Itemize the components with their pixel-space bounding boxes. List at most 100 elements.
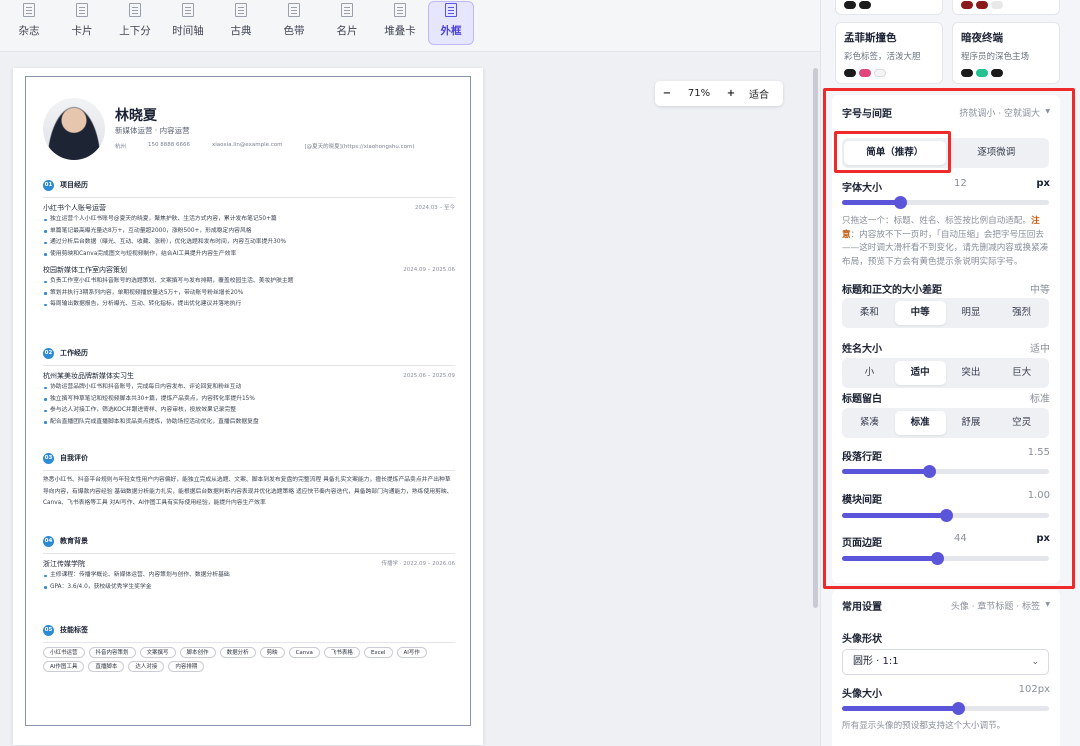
template-label: 上下分 — [119, 25, 151, 37]
section-title[interactable]: 项目经历 — [60, 180, 88, 190]
tab-fine-tune[interactable]: 逐项微调 — [946, 141, 1048, 165]
option-3[interactable]: 巨大 — [996, 361, 1047, 385]
option-0[interactable]: 柔和 — [844, 301, 895, 325]
skill-tag[interactable]: Canva — [288, 647, 320, 658]
zoom-fit-button[interactable]: 适合 — [749, 86, 769, 101]
skill-tag[interactable]: 内容排期 — [168, 661, 205, 672]
template-5[interactable]: 色带 — [269, 0, 319, 44]
bullet-point[interactable]: 策划并执行3期系列内容，单期视频播放量达5万+，带动账号粉丝增长20% — [43, 288, 455, 300]
bullet-point[interactable]: 使用剪映和Canva完成图文与短视频制作，结合AI工具提升内容生产效率 — [43, 249, 455, 261]
font-size-slider[interactable] — [842, 195, 1049, 209]
bullet-point[interactable]: 配合直播团队完成直播脚本和货品卖点提炼，协助场控活动优化，直播后数据复盘 — [43, 417, 455, 429]
resume-name[interactable]: 林晓夏 — [115, 105, 157, 125]
item-title[interactable]: 校园新媒体工作室内容策划 — [43, 264, 455, 276]
canvas-scrollbar[interactable] — [813, 68, 818, 608]
template-1[interactable]: 卡片 — [57, 0, 107, 44]
avatar-size-slider[interactable] — [842, 701, 1049, 715]
template-2[interactable]: 上下分 — [110, 0, 160, 44]
common-title[interactable]: 常用设置 — [842, 598, 882, 613]
slider-knob[interactable] — [922, 465, 936, 478]
theme-card-dark-terminal[interactable]: 暗夜终端 程序员的深色主场 — [952, 22, 1060, 84]
item-date[interactable]: 2024.03 – 至今 — [415, 202, 455, 214]
option-0[interactable]: 小 — [844, 361, 895, 385]
skill-tag[interactable]: AI写作 — [396, 647, 427, 658]
skill-tag[interactable]: 飞书表格 — [323, 647, 360, 658]
bullet-point[interactable]: 单篇笔记最高曝光量达8万+，互动量超2000，涨粉500+，形成稳定内容风格 — [43, 226, 455, 238]
contact-email[interactable]: xiaoxia.lin@example.com — [212, 142, 282, 150]
chevron-down-icon[interactable]: ▼ — [1045, 108, 1050, 115]
skill-tag[interactable]: 抖音内容策划 — [88, 647, 136, 658]
contact-city[interactable]: 杭州 — [115, 142, 126, 150]
theme-card-top-2[interactable] — [952, 0, 1060, 15]
contact-link[interactable]: [@夏天的晓夏](https://xiaohongshu.com) — [304, 142, 414, 150]
page-margin-slider[interactable] — [842, 551, 1049, 565]
option-3[interactable]: 强烈 — [996, 301, 1047, 325]
option-2[interactable]: 突出 — [946, 361, 997, 385]
line-height-slider[interactable] — [842, 464, 1049, 478]
item-date[interactable]: 传播学 · 2022.09 – 2026.06 — [382, 558, 455, 570]
avatar-size-value: 102px — [1018, 684, 1050, 695]
bullet-point[interactable]: 独立运营个人小红书账号@夏天的晓夏，聚焦护肤、生活方式内容，累计发布笔记50+篇 — [43, 214, 455, 226]
experience-item: 浙江传媒学院 传播学 · 2022.09 – 2026.06 主修课程：传播学概论、… — [43, 558, 455, 593]
template-0[interactable]: 杂志 — [4, 0, 54, 44]
template-6[interactable]: 名片 — [322, 0, 372, 44]
bullet-point[interactable]: GPA：3.6/4.0，获校级优秀学生奖学金 — [43, 582, 455, 594]
option-1[interactable]: 标准 — [894, 411, 946, 435]
bullet-point[interactable]: 独立撰写种草笔记和短视频脚本共30+篇，提炼产品卖点，内容转化率提升15% — [43, 394, 455, 406]
option-1[interactable]: 中等 — [894, 301, 946, 325]
section-title[interactable]: 工作经历 — [60, 348, 88, 358]
template-7[interactable]: 堆叠卡 — [375, 0, 425, 44]
slider-knob[interactable] — [939, 509, 953, 522]
option-2[interactable]: 明显 — [946, 301, 997, 325]
section-title[interactable]: 技能标签 — [60, 625, 88, 635]
zoom-value: 71% — [687, 88, 711, 99]
option-2[interactable]: 舒展 — [946, 411, 997, 435]
item-title[interactable]: 小红书个人账号运营 — [43, 202, 455, 214]
block-gap-slider[interactable] — [842, 508, 1049, 522]
skill-tag[interactable]: 文案撰写 — [139, 647, 176, 658]
template-8[interactable]: 外框 — [428, 1, 474, 45]
typography-title[interactable]: 字号与间距 — [842, 105, 892, 120]
skill-tag[interactable]: 达人对接 — [128, 661, 165, 672]
option-0[interactable]: 紧凑 — [844, 411, 895, 435]
skill-tag[interactable]: 小红书运营 — [43, 647, 85, 658]
skill-tag[interactable]: 直播脚本 — [88, 661, 125, 672]
bullet-point[interactable]: 负责工作室小红书和抖音账号的选题策划、文案撰写与发布排期，覆盖校园生活、美妆护肤… — [43, 276, 455, 288]
theme-card-memphis[interactable]: 孟菲斯撞色 彩色标签，活泼大胆 — [835, 22, 943, 84]
avatar-shape-select[interactable]: 圆形 · 1:1 ⌄ — [842, 649, 1049, 675]
skill-tag[interactable]: 剪映 — [259, 647, 285, 658]
tab-simple[interactable]: 简单（推荐） — [844, 141, 946, 165]
zoom-out-button[interactable]: − — [655, 88, 679, 99]
slider-knob[interactable] — [951, 702, 965, 715]
self-evaluation-text[interactable]: 熟悉小红书、抖音平台规则与年轻女性用户内容偏好，能独立完成从选题、文案、脚本到发… — [43, 475, 455, 510]
section-title[interactable]: 自我评价 — [60, 453, 88, 463]
slider-knob[interactable] — [893, 196, 907, 209]
template-icon — [235, 3, 247, 17]
theme-desc: 彩色标签，活泼大胆 — [844, 52, 921, 62]
contact-phone[interactable]: 150 8888 6666 — [148, 142, 190, 150]
bullet-point[interactable]: 协助运营品牌小红书和抖音账号，完成每日内容发布、评论回复和粉丝互动 — [43, 382, 455, 394]
bullet-point[interactable]: 每周输出数据报告，分析曝光、互动、转化指标，提出优化建议并落地执行 — [43, 299, 455, 311]
zoom-in-button[interactable]: + — [719, 88, 743, 99]
bullet-point[interactable]: 参与达人对接工作，筛选KOC并跟进寄样、内容审核，投放效果记录完整 — [43, 405, 455, 417]
template-4[interactable]: 古典 — [216, 0, 266, 44]
skill-tag[interactable]: 数据分析 — [219, 647, 256, 658]
option-1[interactable]: 适中 — [894, 361, 946, 385]
option-3[interactable]: 空灵 — [996, 411, 1047, 435]
avatar[interactable] — [43, 98, 105, 160]
skill-tag[interactable]: Excel — [363, 647, 393, 658]
bullet-point[interactable]: 主修课程：传播学概论、新媒体运营、内容策划与创作、数据分析基础 — [43, 570, 455, 582]
item-date[interactable]: 2025.06 – 2025.09 — [403, 370, 455, 382]
chevron-down-icon[interactable]: ▼ — [1045, 601, 1050, 608]
slider-knob[interactable] — [931, 552, 945, 565]
section-title[interactable]: 教育背景 — [60, 536, 88, 546]
skill-tag[interactable]: 脚本创作 — [179, 647, 216, 658]
bullet-point[interactable]: 通过分析后台数据（曝光、互动、收藏、涨粉），优化选题和发布时间，内容互动率提升3… — [43, 237, 455, 249]
item-title[interactable]: 杭州某美妆品牌新媒体实习生 — [43, 370, 455, 382]
resume-role[interactable]: 新媒体运营 · 内容运营 — [115, 125, 190, 136]
item-date[interactable]: 2024.09 – 2025.06 — [403, 264, 455, 276]
theme-card-top-1[interactable] — [835, 0, 943, 15]
skill-tag[interactable]: AI作图工具 — [43, 661, 85, 672]
chevron-down-icon: ⌄ — [1031, 657, 1039, 667]
template-3[interactable]: 时间轴 — [163, 0, 213, 44]
